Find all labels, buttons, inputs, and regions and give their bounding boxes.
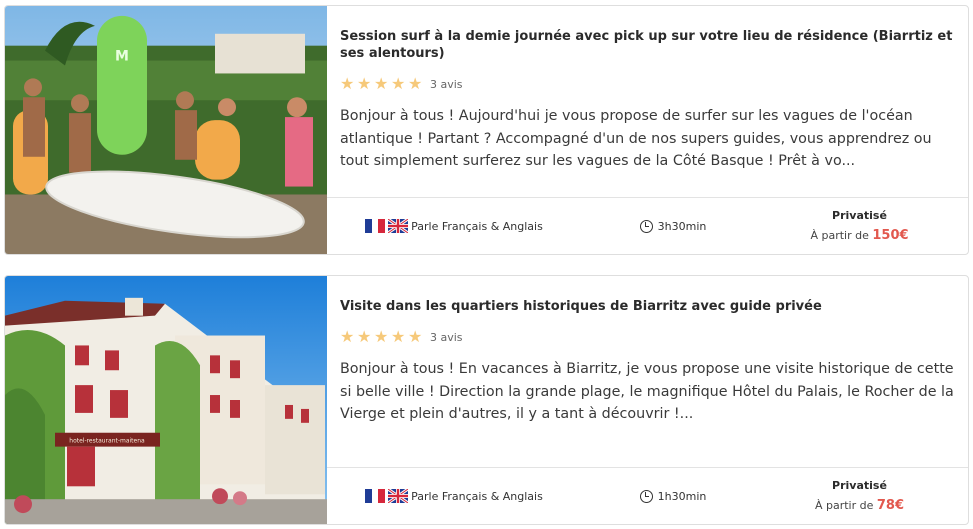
flag-uk-icon	[388, 489, 409, 503]
clock-icon	[639, 489, 653, 503]
star-icon: ★	[374, 327, 389, 346]
private-badge: Privatisé	[832, 479, 887, 492]
duration: 1h30min	[581, 489, 765, 503]
price-block: Privatisé À partir de 78€	[765, 476, 968, 516]
price-line: À partir de 78€	[765, 496, 954, 516]
price-amount: 78€	[876, 498, 905, 513]
duration: 3h30min	[581, 219, 765, 233]
reviews-count[interactable]: 3 avis	[430, 78, 463, 91]
activity-title[interactable]: Visite dans les quartiers historiques de…	[340, 298, 954, 315]
surf-group-photo[interactable]: M	[5, 6, 327, 254]
duration-label: 3h30min	[657, 219, 707, 233]
star-icon: ★	[357, 74, 372, 93]
star-icon: ★	[340, 74, 355, 93]
activity-description: Bonjour à tous ! Aujourd'hui je vous pro…	[340, 108, 932, 169]
basque-buildings-photo[interactable]: hotel-restaurant-maitena	[5, 276, 327, 524]
activity-card[interactable]: hotel-restaurant-maitena Visite dans les…	[4, 275, 969, 525]
star-icon: ★	[340, 327, 355, 346]
languages-label: Parle Français & Anglais	[411, 489, 543, 503]
activity-card[interactable]: M Session surf à la demie journée avec p…	[4, 5, 969, 255]
activity-title[interactable]: Session surf à la demie journée avec pic…	[340, 28, 954, 62]
flag-fr-icon	[365, 489, 386, 503]
price-block: Privatisé À partir de 150€	[765, 206, 968, 246]
star-icon: ★	[357, 327, 372, 346]
duration-label: 1h30min	[657, 489, 707, 503]
languages: Parle Français & Anglais	[327, 219, 581, 233]
star-icon: ★	[374, 74, 389, 93]
private-badge: Privatisé	[832, 209, 887, 222]
flag-fr-icon	[365, 219, 386, 233]
reviews-count[interactable]: 3 avis	[430, 331, 463, 344]
basque-buildings-photo-image: hotel-restaurant-maitena	[5, 276, 327, 524]
star-icon: ★	[391, 327, 406, 346]
price-amount: 150€	[872, 228, 909, 243]
card-footer: Parle Français & Anglais 1h30min Privati…	[327, 467, 968, 524]
star-rating: ★ ★ ★ ★ ★	[340, 76, 424, 92]
rating: ★ ★ ★ ★ ★ 3 avis	[340, 76, 954, 92]
price-prefix: À partir de	[810, 229, 869, 242]
activity-description: Bonjour à tous ! En vacances à Biarritz,…	[340, 361, 954, 422]
price-line: À partir de 150€	[765, 226, 954, 246]
star-icon: ★	[408, 74, 423, 93]
surf-group-photo-image: M	[5, 6, 327, 254]
clock-icon	[639, 219, 653, 233]
languages-label: Parle Français & Anglais	[411, 219, 543, 233]
rating: ★ ★ ★ ★ ★ 3 avis	[340, 329, 954, 345]
star-icon: ★	[391, 74, 406, 93]
card-footer: Parle Français & Anglais 3h30min Privati…	[327, 197, 968, 254]
star-rating: ★ ★ ★ ★ ★	[340, 329, 424, 345]
flag-uk-icon	[388, 219, 409, 233]
building-sign: hotel-restaurant-maitena	[69, 438, 145, 445]
languages: Parle Français & Anglais	[327, 489, 581, 503]
star-icon: ★	[408, 327, 423, 346]
svg-text:M: M	[115, 49, 129, 65]
price-prefix: À partir de	[814, 499, 874, 512]
